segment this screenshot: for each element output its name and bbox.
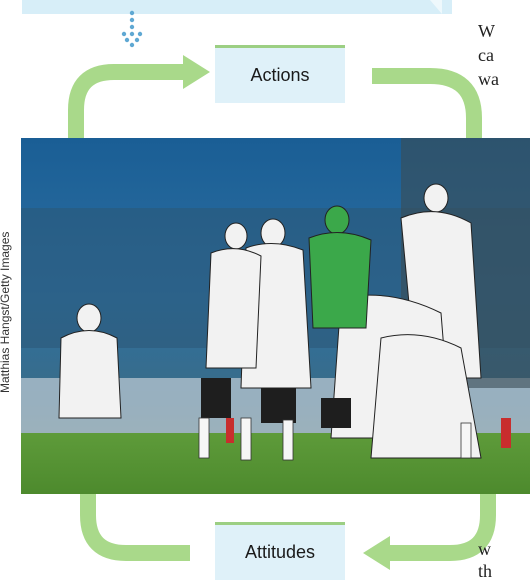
team-celebration-photo (21, 138, 530, 494)
arrow-from-actions-icon (372, 68, 482, 140)
side-text-line: w (478, 539, 491, 559)
attitudes-label: Attitudes (215, 522, 345, 580)
arrow-to-actions-icon (68, 64, 185, 145)
side-text-line: W (478, 21, 495, 41)
actions-label: Actions (215, 45, 345, 103)
arrow-from-attitudes-icon (80, 490, 190, 561)
arrow-to-attitudes-icon (388, 490, 496, 561)
side-text-line: ca (478, 45, 494, 65)
side-text-line: th (478, 561, 493, 581)
side-text-line: wa (478, 69, 499, 89)
